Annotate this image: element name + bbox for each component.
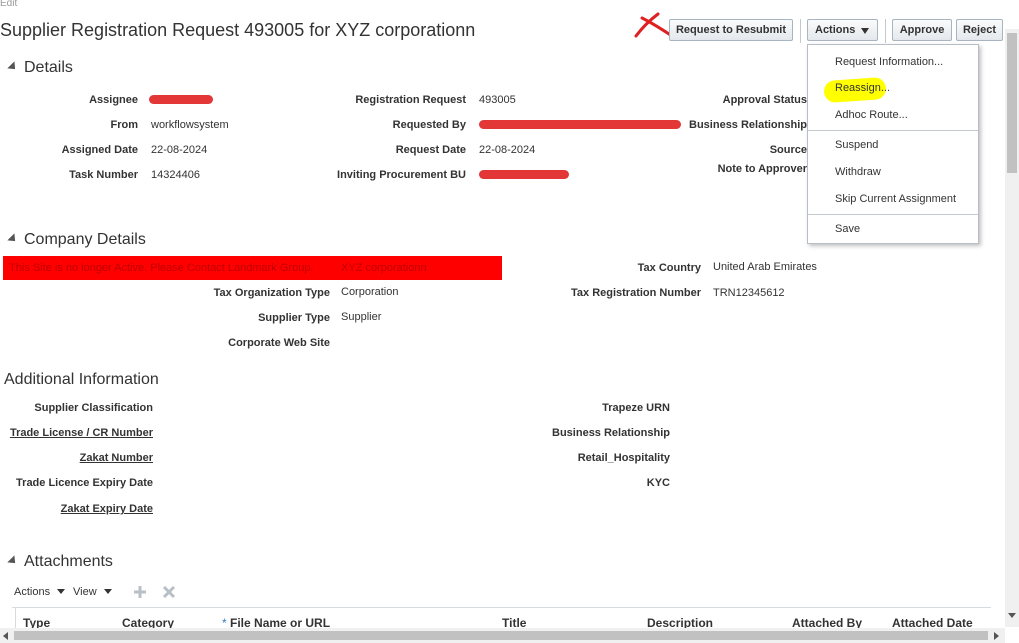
tax-organization-type-value: Corporation	[341, 286, 399, 298]
red-x-annotation-icon	[634, 12, 674, 38]
toolbar-separator	[800, 19, 801, 43]
reject-button[interactable]: Reject	[956, 19, 1003, 41]
request-date-label: Request Date	[395, 144, 466, 156]
additional-information-heading: Additional Information	[4, 371, 159, 388]
scroll-right-arrow-icon[interactable]	[994, 632, 999, 640]
vertical-scrollbar-thumb[interactable]	[1007, 33, 1017, 173]
attachments-view-label: View	[73, 586, 97, 598]
retail-hospitality-label: Retail_Hospitality	[577, 452, 670, 464]
source-label: Source	[769, 144, 807, 156]
details-section-header[interactable]: Details	[7, 59, 73, 77]
page-title: Supplier Registration Request 493005 for…	[0, 20, 476, 40]
business-relationship-label-2: Business Relationship	[552, 427, 670, 439]
trapeze-urn-label: Trapeze URN	[602, 402, 670, 414]
request-date-value: 22-08-2024	[479, 144, 536, 156]
registration-request-label: Registration Request	[355, 94, 466, 106]
menu-item-save[interactable]: Save	[835, 223, 860, 235]
company-details-heading: Company Details	[24, 231, 146, 248]
tax-country-value: United Arab Emirates	[713, 261, 817, 273]
requested-by-label: Requested By	[392, 119, 466, 131]
trade-licence-expiry-date-label: Trade Licence Expiry Date	[16, 477, 153, 489]
toolbar-separator	[885, 19, 886, 43]
task-number-label: Task Number	[69, 169, 138, 181]
request-to-resubmit-button[interactable]: Request to Resubmit	[669, 19, 793, 41]
tax-country-label: Tax Country	[637, 262, 701, 274]
redacted-requested-by	[479, 120, 681, 129]
menu-item-suspend[interactable]: Suspend	[835, 139, 878, 151]
attachments-heading: Attachments	[24, 553, 113, 570]
tax-registration-number-label: Tax Registration Number	[571, 287, 701, 299]
assigned-date-label: Assigned Date	[61, 144, 138, 156]
tax-organization-type-label: Tax Organization Type	[213, 287, 330, 299]
dropdown-arrow-icon	[103, 589, 112, 594]
attachments-section-header[interactable]: Attachments	[7, 553, 113, 571]
assigned-date-value: 22-08-2024	[151, 144, 208, 156]
supplier-classification-label: Supplier Classification	[34, 402, 153, 414]
registration-request-value: 493005	[479, 94, 516, 106]
approve-button[interactable]: Approve	[892, 19, 952, 41]
task-number-value: 14324406	[151, 169, 200, 181]
inactive-site-message: This Site is no longer Active. Please Co…	[9, 262, 314, 274]
table-top-border	[12, 607, 991, 608]
actions-button-label: Actions	[815, 24, 856, 36]
inactive-site-banner: This Site is no longer Active. Please Co…	[3, 256, 502, 280]
company-details-section-header[interactable]: Company Details	[7, 231, 146, 249]
dropdown-arrow-icon	[57, 589, 66, 594]
assignee-label: Assignee	[89, 94, 138, 106]
business-relationship-label: Business Relationship	[689, 119, 807, 131]
details-heading: Details	[24, 59, 73, 76]
collapse-triangle-icon	[7, 555, 19, 567]
collapse-triangle-icon	[7, 61, 19, 73]
horizontal-scrollbar-thumb[interactable]	[14, 631, 988, 640]
menu-item-withdraw[interactable]: Withdraw	[835, 166, 881, 178]
redacted-assignee	[149, 95, 213, 104]
actions-dropdown-menu: Request Information... Reassign... Adhoc…	[807, 44, 979, 244]
menu-item-skip-current-assignment[interactable]: Skip Current Assignment	[835, 193, 956, 205]
corporate-web-site-label: Corporate Web Site	[228, 337, 330, 349]
actions-button[interactable]: Actions	[807, 19, 878, 41]
company-name-value: XYZ corporationn	[341, 262, 427, 274]
inviting-procurement-bu-label: Inviting Procurement BU	[337, 169, 466, 181]
tax-registration-number-value: TRN12345612	[713, 287, 785, 299]
from-label: From	[110, 119, 139, 131]
menu-separator	[808, 214, 978, 215]
vertical-scrollbar[interactable]	[1005, 29, 1019, 627]
delete-icon[interactable]	[162, 585, 176, 599]
table-left-border	[15, 608, 16, 630]
supplier-type-label: Supplier Type	[258, 312, 330, 324]
dropdown-arrow-icon	[861, 28, 869, 34]
edit-label: Edit	[0, 0, 18, 9]
attachments-actions-label: Actions	[14, 586, 51, 598]
from-value: workflowsystem	[151, 119, 229, 131]
approval-status-label: Approval Status	[722, 94, 807, 106]
attachments-actions-menu[interactable]: Actions	[14, 586, 66, 598]
zakat-number-link[interactable]: Zakat Number	[80, 452, 153, 464]
menu-item-reassign[interactable]: Reassign...	[835, 82, 890, 94]
collapse-triangle-icon	[7, 233, 19, 245]
menu-separator	[808, 130, 978, 131]
horizontal-scrollbar[interactable]	[0, 628, 1005, 643]
kyc-label: KYC	[646, 477, 670, 489]
supplier-type-value: Supplier	[341, 311, 382, 323]
add-icon[interactable]	[133, 585, 147, 599]
menu-item-request-information[interactable]: Request Information...	[835, 56, 943, 68]
trade-license-cr-number-link[interactable]: Trade License / CR Number	[10, 427, 153, 439]
scroll-left-arrow-icon[interactable]	[3, 632, 8, 640]
menu-item-adhoc-route[interactable]: Adhoc Route...	[835, 109, 908, 121]
attachments-view-menu[interactable]: View	[73, 586, 112, 598]
note-to-approver-label: Note to Approver	[717, 163, 807, 175]
redacted-inviting-bu	[479, 170, 569, 179]
scroll-down-arrow-icon[interactable]	[1008, 613, 1016, 618]
zakat-expiry-date-link[interactable]: Zakat Expiry Date	[61, 503, 153, 515]
